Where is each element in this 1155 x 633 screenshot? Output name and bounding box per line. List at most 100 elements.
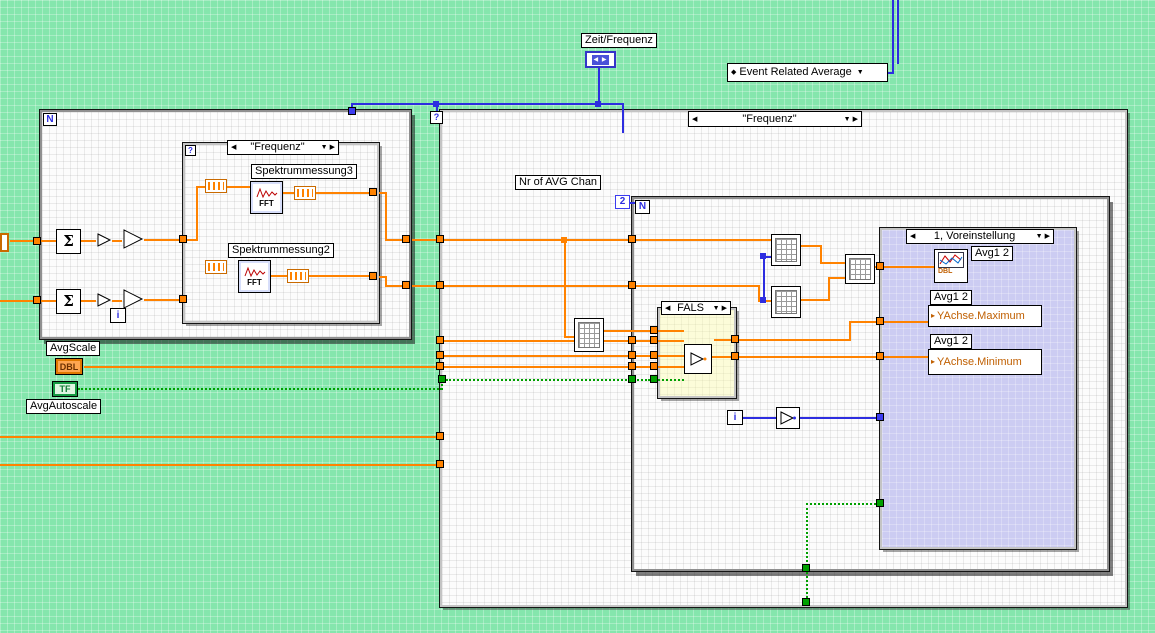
orange-wire [0,300,33,302]
orange-wire [309,275,373,277]
tunnel [436,362,444,370]
case-selector-voreinstellung[interactable]: ◀ 1, Voreinstellung ▼ ▶ [906,229,1054,244]
next-case-icon[interactable]: ▶ [1045,233,1050,240]
case-selector-right[interactable]: ◀ "Frequenz" ▼ ▶ [688,111,862,127]
increment-icon[interactable] [776,407,800,429]
orange-wire [604,330,650,332]
orange-wire [739,339,849,341]
case-name: "Frequenz" [250,141,305,153]
waveform-glyph [244,266,265,278]
dbl-numeric-constant[interactable]: DBL [55,358,83,375]
multiply-function-icon[interactable] [122,228,144,255]
divide-function-icon[interactable] [96,232,112,253]
orange-wire [849,321,928,323]
orange-wire [444,366,651,368]
select-icon[interactable] [684,344,712,374]
waveform-graph-terminal[interactable]: DBL [934,249,968,283]
index-array-icon[interactable] [574,318,604,352]
orange-wire [271,275,287,277]
bundle-icon[interactable] [845,254,875,284]
green-wire [78,388,442,390]
tunnel [628,375,636,383]
orange-wire [658,355,684,357]
build-array-icon[interactable] [771,234,801,266]
ring-caret-icon: ▼ [856,69,864,76]
blue-wire [743,417,776,419]
fft-label: FFT [247,278,262,287]
pnode-arrow-icon: ▸ [931,311,936,320]
magnitude-icon[interactable] [294,186,316,200]
ring-diamond-icon: ◆ [731,69,737,76]
case-selector-terminal: ? [185,145,196,156]
tunnel [628,336,636,344]
magnitude-icon[interactable] [287,269,309,283]
array-subset-icon[interactable] [205,179,227,193]
property-node-yachse-minimum[interactable]: ▸ YAchse.Minimum [928,349,1042,375]
fft-spectrum-icon[interactable]: FFT [250,181,283,214]
case-dropdown-icon[interactable]: ▼ [321,144,328,151]
orange-wire [144,299,179,301]
case-dropdown-icon[interactable]: ▼ [713,305,720,312]
tunnel [179,235,187,243]
tunnel [179,295,187,303]
tunnel [402,235,410,243]
event-related-average-ring[interactable]: ◆ Event Related Average ▼ [727,63,888,82]
next-case-icon[interactable]: ▶ [330,144,335,151]
case-dropdown-icon[interactable]: ▼ [844,116,851,123]
orange-wire [444,239,771,241]
label-spektrummessung2: Spektrummessung2 [228,243,334,258]
tunnel [876,413,884,421]
orange-wire [658,330,684,332]
loop-iteration-terminal[interactable]: i [727,410,743,425]
wire-junction [595,101,601,107]
case-dropdown-icon[interactable]: ▼ [1036,233,1043,240]
orange-wire [144,239,183,241]
zeit-frequenz-enum-terminal[interactable]: ◀ ▶ [585,51,616,68]
fft-spectrum-icon[interactable]: FFT [238,260,271,293]
tunnel [802,564,810,572]
numeric-terminal-cut [0,233,9,252]
orange-wire [316,192,371,194]
tunnel [369,188,377,196]
sigma-icon: Σ [63,292,74,310]
tf-boolean-constant[interactable]: TF [52,381,78,397]
fft-label: FFT [259,199,274,208]
orange-wire [820,262,845,264]
tunnel [628,362,636,370]
case-structure-voreinstellung [880,228,1076,549]
orange-wire [801,299,828,301]
tunnel [650,375,658,383]
green-wire [446,379,650,381]
label-avgscale: AvgScale [46,341,101,356]
sum-function-icon[interactable]: Σ [56,289,81,314]
build-array-icon[interactable] [771,286,801,318]
label-avgautoscale: AvgAutoscale [26,399,102,414]
label-zeit-frequenz: Zeit/Frequenz [581,33,657,48]
blue-wire [892,0,894,74]
case-selector-left[interactable]: ◀ "Frequenz" ▼ ▶ [227,140,339,155]
sum-function-icon[interactable]: Σ [56,229,81,254]
wire-junction [760,253,766,259]
tunnel [436,351,444,359]
orange-wire [198,186,205,188]
tunnel [731,335,739,343]
blue-wire [622,103,624,133]
property-node-yachse-maximum[interactable]: ▸ YAchse.Maximum [928,305,1042,327]
label-avg12: Avg1 2 [930,334,973,349]
enum-selector-icon: ◀ ▶ [591,54,610,65]
next-case-icon[interactable]: ▶ [722,305,727,312]
property-label: YAchse.Maximum [937,309,1025,322]
case-selector-fals[interactable]: ◀ FALS ▼ ▶ [661,301,731,315]
count-constant[interactable]: 2 [615,195,630,209]
orange-wire [412,285,438,287]
tunnel [438,375,446,383]
loop-count-terminal[interactable]: N [635,200,650,214]
next-case-icon[interactable]: ▶ [853,116,858,123]
orange-wire [444,285,758,287]
loop-iteration-terminal[interactable]: i [110,308,126,323]
label-avg12: Avg1 2 [930,290,973,305]
array-subset-icon[interactable] [205,260,227,274]
tunnel [876,262,884,270]
loop-count-terminal[interactable]: N [43,113,57,126]
tunnel [876,317,884,325]
